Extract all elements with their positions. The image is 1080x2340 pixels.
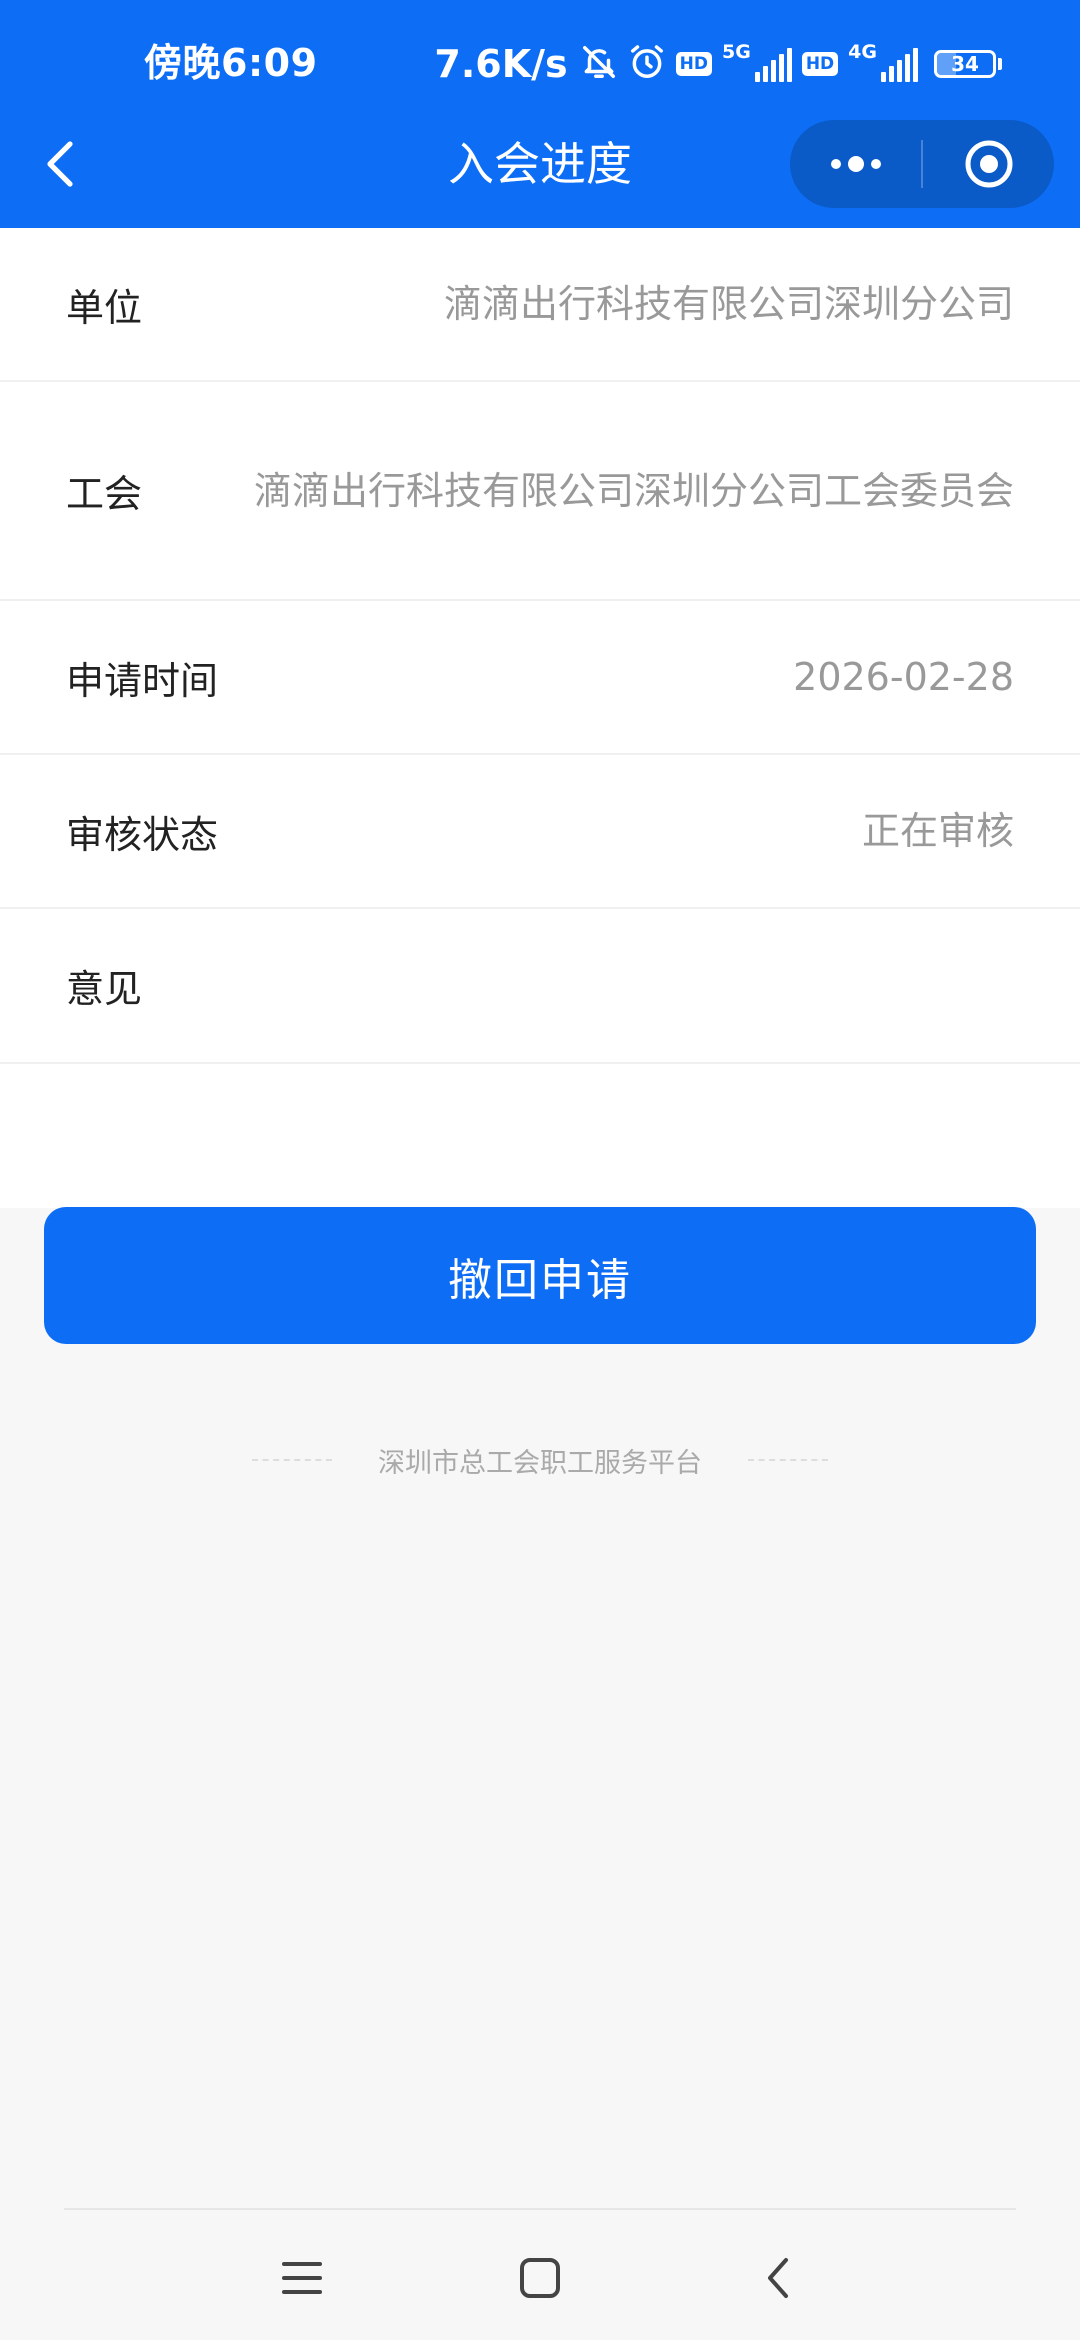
union-label: 工会	[66, 472, 143, 516]
status-indicators: 7.6K/s HD 5G HD 4G 34	[434, 40, 1002, 88]
union-value: 滴滴出行科技有限公司深圳分公司工会委员会	[254, 468, 1015, 513]
alarm-icon	[628, 43, 666, 85]
header: 傍晚6:09 7.6K/s HD 5G HD 4G 34 入会进度	[0, 0, 1080, 228]
miniprogram-capsule	[790, 120, 1054, 208]
detail-row-review-status: 审核状态 正在审核	[0, 755, 1080, 909]
footer-brand: 深圳市总工会职工服务平台	[0, 1440, 1080, 1480]
system-nav-divider	[64, 2208, 1016, 2210]
status-bar: 傍晚6:09 7.6K/s HD 5G HD 4G 34	[0, 0, 1080, 128]
net-speed: 7.6K/s	[434, 42, 568, 86]
footer-brand-text: 深圳市总工会职工服务平台	[378, 1447, 702, 1479]
footer-divider-right	[748, 1459, 828, 1461]
detail-row-union: 工会 滴滴出行科技有限公司深圳分公司工会委员会	[0, 382, 1080, 601]
apply-time-label: 申请时间	[66, 658, 219, 703]
detail-card: 单位 滴滴出行科技有限公司深圳分公司 工会 滴滴出行科技有限公司深圳分公司工会委…	[0, 228, 1080, 1208]
status-time: 傍晚6:09	[144, 41, 318, 85]
battery-icon: 34	[934, 50, 996, 78]
battery-tip	[998, 58, 1002, 70]
bell-off-icon	[580, 43, 618, 85]
network-type-4g: 4G	[848, 41, 877, 63]
network-type-5g: 5G	[722, 41, 751, 63]
target-circle-icon	[965, 140, 1012, 188]
signal-5g-icon	[754, 46, 792, 82]
footer-divider-left	[252, 1459, 332, 1461]
hd-badge: HD	[675, 52, 712, 76]
system-navigation-bar	[0, 2218, 1080, 2340]
hd-badge: HD	[801, 52, 839, 76]
detail-row-opinion: 意见	[0, 909, 1080, 1064]
review-status-value: 正在审核	[861, 809, 1014, 853]
battery-level: 34	[951, 52, 979, 76]
withdraw-application-button[interactable]: 撤回申请	[44, 1207, 1036, 1344]
home-button[interactable]	[508, 2246, 572, 2310]
home-icon	[520, 2258, 560, 2298]
review-status-label: 审核状态	[66, 812, 219, 857]
opinion-label: 意见	[66, 967, 143, 1011]
unit-label: 单位	[66, 285, 143, 330]
more-button[interactable]	[790, 120, 921, 208]
system-back-button[interactable]	[746, 2246, 810, 2310]
more-dots-icon	[830, 156, 881, 172]
signal-4g-icon	[881, 46, 918, 82]
detail-row-unit: 单位 滴滴出行科技有限公司深圳分公司	[0, 228, 1080, 382]
menu-icon	[282, 2262, 322, 2294]
back-icon	[768, 2258, 788, 2298]
close-miniprogram-button[interactable]	[923, 120, 1054, 208]
recent-apps-button[interactable]	[270, 2246, 334, 2310]
detail-row-apply-time: 申请时间 2026-02-28	[0, 601, 1080, 755]
nav-bar: 入会进度	[0, 112, 1080, 216]
unit-value: 滴滴出行科技有限公司深圳分公司	[443, 282, 1014, 326]
apply-time-value: 2026-02-28	[793, 655, 1014, 699]
